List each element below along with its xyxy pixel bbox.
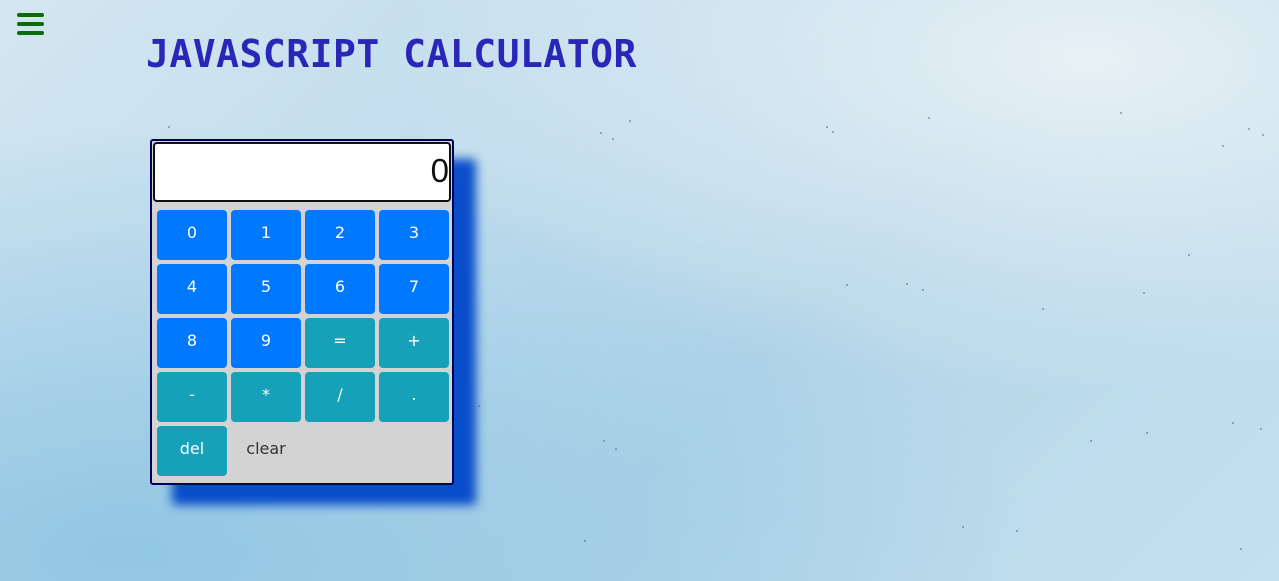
texture-speck (1042, 308, 1044, 310)
key-5[interactable]: 5 (231, 264, 301, 314)
page-title: JAVASCRIPT CALCULATOR (146, 32, 637, 76)
key-0[interactable]: 0 (157, 210, 227, 260)
texture-speck (1090, 440, 1092, 442)
texture-speck (1240, 548, 1242, 550)
texture-speck (584, 540, 586, 542)
texture-speck (1260, 428, 1262, 430)
texture-speck (922, 289, 924, 291)
texture-speck (1188, 254, 1190, 256)
texture-speck (600, 132, 602, 134)
texture-speck (1222, 145, 1224, 147)
divide-key[interactable]: / (305, 372, 375, 422)
plus-key[interactable]: + (379, 318, 449, 368)
texture-speck (832, 131, 834, 133)
multiply-key[interactable]: * (231, 372, 301, 422)
texture-speck (1232, 422, 1234, 424)
texture-speck (1120, 112, 1122, 114)
key-1[interactable]: 1 (231, 210, 301, 260)
texture-speck (615, 448, 617, 450)
texture-speck (612, 138, 614, 140)
menu-icon-bar (17, 22, 44, 26)
menu-icon-bar (17, 13, 44, 17)
calculator-display: 0 (153, 142, 451, 202)
texture-speck (478, 405, 480, 407)
texture-speck (846, 284, 848, 286)
key-7[interactable]: 7 (379, 264, 449, 314)
delete-key[interactable]: del (157, 426, 227, 476)
texture-speck (906, 283, 908, 285)
key-4[interactable]: 4 (157, 264, 227, 314)
calculator-keypad: 0 1 2 3 4 5 6 7 8 9 = + - * / . del clea… (157, 210, 449, 476)
texture-speck (826, 126, 828, 128)
key-2[interactable]: 2 (305, 210, 375, 260)
texture-speck (603, 440, 605, 442)
texture-speck (1262, 134, 1264, 136)
texture-speck (168, 126, 170, 128)
key-8[interactable]: 8 (157, 318, 227, 368)
key-3[interactable]: 3 (379, 210, 449, 260)
hamburger-menu-icon[interactable] (12, 9, 46, 41)
texture-speck (962, 526, 964, 528)
texture-speck (629, 120, 631, 122)
menu-icon-bar (17, 31, 44, 35)
clear-key[interactable]: clear (231, 426, 301, 476)
display-value: 0 (430, 152, 449, 189)
minus-key[interactable]: - (157, 372, 227, 422)
key-9[interactable]: 9 (231, 318, 301, 368)
texture-speck (1248, 128, 1250, 130)
key-6[interactable]: 6 (305, 264, 375, 314)
texture-speck (1016, 530, 1018, 532)
calculator: 0 0 1 2 3 4 5 6 7 8 9 = + - * / . del cl… (150, 139, 454, 485)
texture-speck (1143, 292, 1145, 294)
texture-speck (928, 117, 930, 119)
equals-key[interactable]: = (305, 318, 375, 368)
texture-speck (1146, 432, 1148, 434)
decimal-key[interactable]: . (379, 372, 449, 422)
